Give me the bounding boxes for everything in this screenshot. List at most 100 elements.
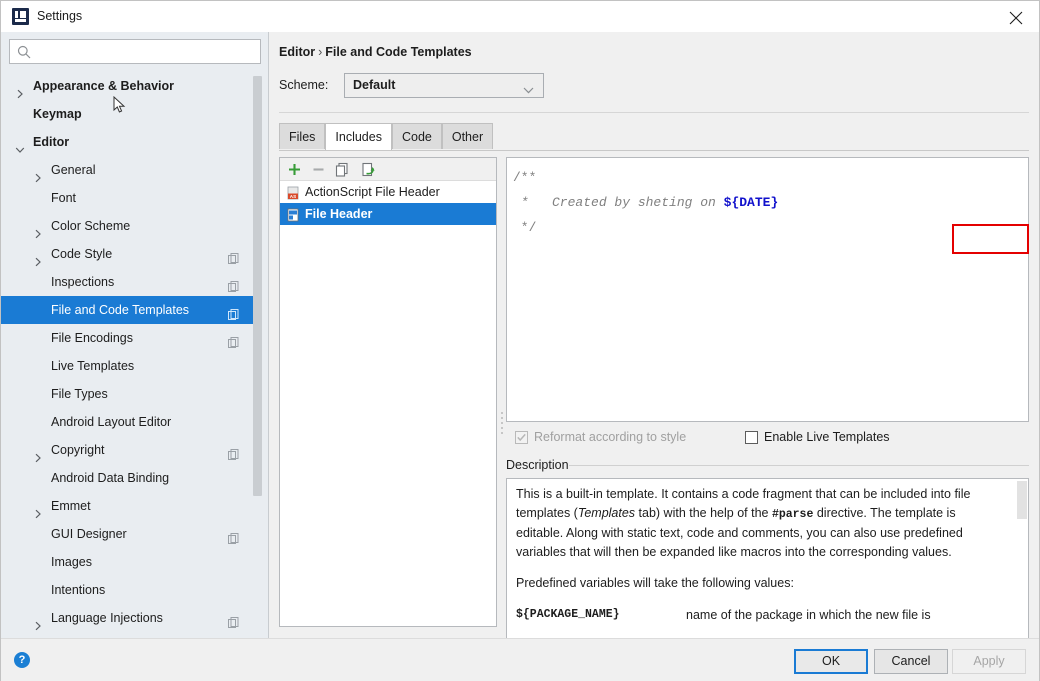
description-content: This is a built-in template. It contains…: [516, 485, 1001, 624]
sidebar-item-gui-designer[interactable]: GUI Designer: [1, 520, 256, 548]
breadcrumb-root[interactable]: Editor: [279, 45, 315, 59]
template-code-editor[interactable]: /** * Created by sheting on ${DATE} */: [506, 157, 1029, 422]
copy-settings-icon[interactable]: [227, 611, 240, 628]
cancel-button[interactable]: Cancel: [874, 649, 948, 674]
settings-tree[interactable]: Appearance & Behavior Keymap Editor General…: [1, 72, 256, 636]
ok-button[interactable]: OK: [794, 649, 868, 674]
sidebar-item-file-and-code-templates[interactable]: File and Code Templates: [1, 296, 256, 324]
sidebar-item-language-injections[interactable]: Language Injections: [1, 604, 256, 632]
sidebar-item-general[interactable]: General: [1, 156, 256, 184]
template-list-panel: AS ActionScript File Header File Header: [279, 157, 497, 627]
copy-settings-icon[interactable]: [227, 443, 240, 460]
description-paragraph-2: Predefined variables will take the follo…: [516, 576, 794, 590]
chevron-down-icon[interactable]: [15, 137, 25, 153]
header-divider: [279, 112, 1029, 113]
desc-p1-italic: Templates: [577, 505, 636, 520]
svg-text:AS: AS: [290, 194, 296, 199]
sidebar-scrollbar-thumb[interactable]: [253, 76, 262, 496]
template-list-item[interactable]: AS ActionScript File Header: [280, 181, 496, 203]
add-template-button[interactable]: [286, 161, 303, 178]
chevron-right-icon[interactable]: [33, 165, 43, 183]
code-comment-prefix: * Created by: [513, 195, 638, 210]
scheme-select[interactable]: Default: [344, 73, 544, 98]
sidebar-item-label: File Types: [51, 387, 108, 401]
panel-splitter[interactable]: [499, 157, 504, 627]
search-icon: [17, 45, 31, 62]
description-scrollbar-thumb[interactable]: [1017, 481, 1027, 519]
copy-settings-icon[interactable]: [227, 247, 240, 264]
sidebar-item-keymap[interactable]: Keymap: [1, 100, 256, 128]
search-input[interactable]: [37, 44, 259, 62]
copy-settings-icon[interactable]: [227, 527, 240, 544]
sidebar-item-images[interactable]: Images: [1, 548, 256, 576]
copy-template-button[interactable]: [334, 161, 351, 178]
reformat-checkbox-label[interactable]: Reformat according to style: [534, 430, 686, 444]
reformat-checkbox[interactable]: [515, 431, 528, 444]
variable-description: name of the package in which the new fil…: [686, 607, 931, 622]
sidebar-item-appearance-behavior[interactable]: Appearance & Behavior: [1, 72, 256, 100]
sidebar-item-label: Language Injections: [51, 611, 163, 625]
sidebar-item-copyright[interactable]: Copyright: [1, 436, 256, 464]
code-comment-open: /**: [513, 170, 537, 185]
sidebar-item-inspections[interactable]: Inspections: [1, 268, 256, 296]
sidebar-item-code-style[interactable]: Code Style: [1, 240, 256, 268]
description-paragraph-1: This is a built-in template. It contains…: [516, 485, 1001, 561]
remove-template-button[interactable]: [310, 161, 327, 178]
copy-settings-icon[interactable]: [227, 303, 240, 320]
chevron-right-icon[interactable]: [33, 445, 43, 463]
sidebar-item-label: Color Scheme: [51, 219, 131, 233]
sidebar-item-font[interactable]: Font: [1, 184, 256, 212]
scheme-value: Default: [353, 78, 396, 92]
dialog-button-bar: ? OK Cancel Apply: [1, 638, 1039, 681]
search-field[interactable]: [9, 39, 261, 64]
reset-template-button[interactable]: [360, 161, 377, 178]
tab-code[interactable]: Code: [391, 123, 442, 149]
copy-settings-icon[interactable]: [227, 331, 240, 348]
apply-button[interactable]: Apply: [952, 649, 1026, 674]
close-icon[interactable]: [994, 1, 1039, 31]
sidebar-item-file-encodings[interactable]: File Encodings: [1, 324, 256, 352]
settings-main-panel: Editor › File and Code Templates Scheme: D…: [269, 32, 1039, 642]
template-list-item[interactable]: File Header: [280, 203, 496, 225]
breadcrumb-separator: ›: [318, 45, 323, 59]
code-highlighted-token: sheting: [637, 195, 693, 210]
highlight-annotation-box: [952, 224, 1029, 254]
chevron-right-icon[interactable]: [33, 249, 43, 267]
sidebar-item-android-data-binding[interactable]: Android Data Binding: [1, 464, 256, 492]
tab-other[interactable]: Other: [441, 123, 494, 149]
mouse-cursor: [113, 95, 126, 117]
template-category-tabs[interactable]: Files Includes Code Other: [279, 123, 494, 151]
description-box: This is a built-in template. It contains…: [506, 478, 1029, 642]
scheme-label: Scheme:: [279, 78, 329, 92]
description-divider: [569, 465, 1029, 466]
sidebar-item-label: File and Code Templates: [51, 303, 190, 317]
chevron-down-icon: [523, 83, 534, 97]
template-list-toolbar: [280, 158, 496, 181]
enable-live-templates-label[interactable]: Enable Live Templates: [764, 430, 890, 444]
chevron-right-icon[interactable]: [33, 501, 43, 519]
tab-includes[interactable]: Includes: [325, 123, 392, 151]
sidebar-item-label: Code Style: [51, 247, 113, 261]
chevron-right-icon[interactable]: [33, 221, 43, 239]
sidebar-item-editor[interactable]: Editor: [1, 128, 256, 156]
copy-settings-icon[interactable]: [227, 275, 240, 292]
tab-files[interactable]: Files: [279, 123, 326, 149]
chevron-right-icon[interactable]: [15, 81, 25, 99]
sidebar-item-live-templates[interactable]: Live Templates: [1, 352, 256, 380]
sidebar-item-emmet[interactable]: Emmet: [1, 492, 256, 520]
settings-sidebar: Appearance & Behavior Keymap Editor General…: [1, 32, 269, 638]
sidebar-item-intentions[interactable]: Intentions: [1, 576, 256, 604]
intellij-idea-icon: [12, 8, 29, 25]
sidebar-item-label: Font: [51, 191, 77, 205]
sidebar-item-label: Copyright: [51, 443, 105, 457]
enable-live-templates-checkbox[interactable]: [745, 431, 758, 444]
sidebar-item-file-types[interactable]: File Types: [1, 380, 256, 408]
template-list[interactable]: AS ActionScript File Header File Header: [280, 181, 496, 225]
sidebar-item-android-layout-editor[interactable]: Android Layout Editor: [1, 408, 256, 436]
template-code-text: /** * Created by sheting on ${DATE} */: [513, 165, 778, 240]
sidebar-item-label: Editor: [33, 135, 70, 149]
chevron-right-icon[interactable]: [33, 613, 43, 631]
sidebar-item-color-scheme[interactable]: Color Scheme: [1, 212, 256, 240]
help-icon[interactable]: ?: [14, 652, 30, 668]
title-bar: Settings: [1, 1, 1039, 33]
